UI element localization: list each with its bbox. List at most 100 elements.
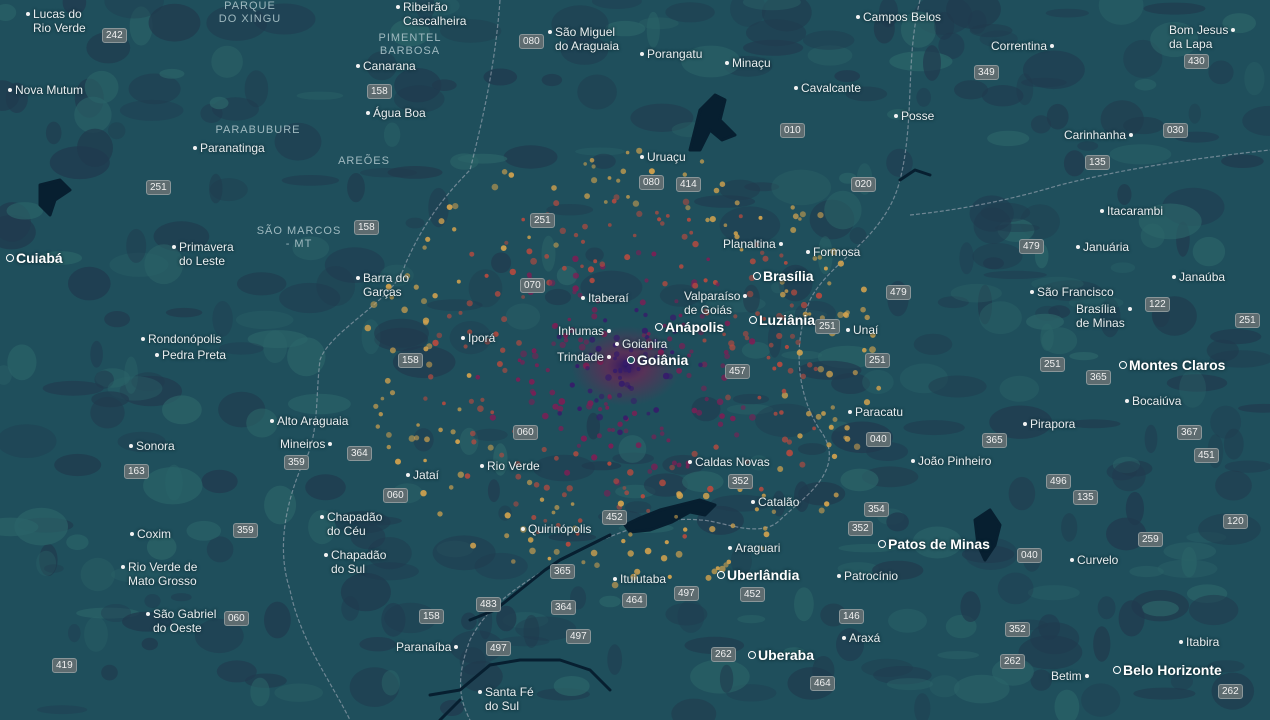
- city-label[interactable]: Jataí: [406, 468, 440, 482]
- heatmap-point: [446, 204, 453, 211]
- city-label[interactable]: Correntina: [991, 39, 1055, 53]
- city-label[interactable]: São Francisco: [1030, 285, 1114, 299]
- land-texture-patch: [374, 318, 429, 348]
- land-texture-patch: [237, 272, 287, 296]
- heatmap-point: [689, 349, 694, 354]
- highway-shield: 364: [551, 600, 576, 615]
- city-label[interactable]: Porangatu: [640, 47, 702, 61]
- city-label[interactable]: Sonora: [129, 439, 175, 453]
- heatmap-point: [729, 344, 736, 351]
- city-label[interactable]: Chapadão do Sul: [324, 548, 386, 576]
- city-label[interactable]: Rio Verde: [480, 459, 540, 473]
- city-label-line: Jataí: [413, 468, 440, 482]
- city-label[interactable]: Betim: [1051, 669, 1089, 683]
- city-label[interactable]: Santa Fé do Sul: [478, 685, 534, 713]
- city-label[interactable]: Barra do Garças: [356, 271, 409, 299]
- city-label[interactable]: Carinhanha: [1064, 128, 1134, 142]
- city-label-line: Montes Claros: [1129, 357, 1226, 373]
- land-texture-patch: [916, 87, 931, 107]
- city-label[interactable]: São Miguel do Araguaia: [548, 25, 619, 53]
- highway-shield: 251: [1040, 357, 1065, 372]
- city-label[interactable]: Valparaíso de Goiás: [684, 289, 748, 317]
- city-label[interactable]: Planaltina: [723, 237, 783, 251]
- city-label[interactable]: Canarana: [356, 59, 416, 73]
- heatmap-point: [432, 293, 438, 299]
- city-label[interactable]: Ribeirão Cascalheira: [396, 0, 466, 28]
- city-label[interactable]: Uruaçu: [640, 150, 686, 164]
- city-label[interactable]: Paracatu: [848, 405, 903, 419]
- heatmap-point: [749, 414, 756, 421]
- city-label[interactable]: Cuiabá: [6, 250, 63, 266]
- city-label[interactable]: Itabira: [1179, 635, 1219, 649]
- city-label[interactable]: Cavalcante: [794, 81, 861, 95]
- city-label[interactable]: João Pinheiro: [911, 454, 991, 468]
- city-label[interactable]: Catalão: [751, 495, 799, 509]
- city-label[interactable]: Rondonópolis: [141, 332, 221, 346]
- city-label[interactable]: Brasília: [753, 268, 814, 284]
- city-label-line: Lucas do: [33, 7, 82, 21]
- city-label[interactable]: Goianira: [615, 337, 667, 351]
- city-label[interactable]: Ituiutaba: [613, 572, 666, 586]
- land-texture-patch: [316, 266, 356, 306]
- land-texture-patch: [794, 587, 814, 622]
- heatmap-point: [675, 550, 683, 558]
- land-texture-patch: [532, 454, 595, 482]
- city-label[interactable]: Patrocínio: [837, 569, 898, 583]
- city-label[interactable]: Luziânia: [749, 312, 815, 328]
- city-label[interactable]: Posse: [894, 109, 934, 123]
- city-label[interactable]: Inhumas: [558, 324, 612, 338]
- city-label[interactable]: Montes Claros: [1119, 357, 1226, 373]
- city-label[interactable]: Belo Horizonte: [1113, 662, 1222, 678]
- city-label[interactable]: Januária: [1076, 240, 1129, 254]
- city-label-line: Coxim: [137, 527, 172, 541]
- land-texture-patch: [341, 596, 360, 621]
- city-label[interactable]: São Gabriel do Oeste: [146, 607, 216, 635]
- land-texture-patch: [84, 616, 108, 652]
- city-label[interactable]: Rio Verde de Mato Grosso: [121, 560, 197, 588]
- city-label[interactable]: Nova Mutum: [8, 83, 83, 97]
- city-label[interactable]: Lucas do Rio Verde: [26, 7, 86, 35]
- heatmap-point: [438, 427, 443, 433]
- city-label[interactable]: Água Boa: [366, 106, 426, 120]
- city-label[interactable]: Itacarambi: [1100, 204, 1163, 218]
- city-marker: [842, 636, 846, 640]
- city-label[interactable]: Uberlândia: [717, 567, 799, 583]
- city-label[interactable]: Chapadão do Céu: [320, 510, 382, 538]
- city-label[interactable]: Iporá: [461, 331, 495, 345]
- city-label[interactable]: Goiânia: [627, 352, 688, 368]
- heatmap-point: [500, 245, 507, 252]
- city-label[interactable]: Pedra Preta: [155, 348, 226, 362]
- city-label[interactable]: Formosa: [806, 245, 860, 259]
- city-label[interactable]: Itaberaí: [581, 291, 629, 305]
- city-label[interactable]: Araxá: [842, 631, 880, 645]
- city-label[interactable]: Curvelo: [1070, 553, 1118, 567]
- heatmap-point: [520, 350, 527, 358]
- city-label[interactable]: Trindade: [557, 350, 611, 364]
- city-label[interactable]: Anápolis: [655, 319, 724, 335]
- city-label[interactable]: Mineiros: [280, 437, 333, 451]
- city-label[interactable]: Bom Jesus da Lapa: [1169, 23, 1236, 51]
- city-label[interactable]: Paranaíba: [396, 640, 459, 654]
- city-label[interactable]: Coxim: [130, 527, 172, 541]
- city-label-line: Caldas Novas: [695, 455, 770, 469]
- city-label[interactable]: Brasília de Minas: [1076, 302, 1132, 330]
- heatmap-point: [508, 172, 515, 178]
- city-label[interactable]: Primavera do Leste: [172, 240, 234, 268]
- heatmap-point: [598, 393, 605, 400]
- city-label[interactable]: Campos Belos: [856, 10, 941, 24]
- city-label[interactable]: Quirinópolis: [521, 522, 591, 536]
- city-label[interactable]: Bocaiúva: [1125, 394, 1181, 408]
- city-label[interactable]: Alto Araguaia: [270, 414, 348, 428]
- city-label[interactable]: Minaçu: [725, 56, 771, 70]
- map-view[interactable]: PARQUE DO XINGU PIMENTEL BARBOSA PARABUBURE A…: [0, 0, 1270, 720]
- city-label[interactable]: Patos de Minas: [878, 536, 990, 552]
- city-label[interactable]: Unaí: [846, 323, 878, 337]
- city-label[interactable]: Janaúba: [1172, 270, 1225, 284]
- city-label[interactable]: Paranatinga: [193, 141, 265, 155]
- city-label[interactable]: Caldas Novas: [688, 455, 770, 469]
- city-marker: [1070, 558, 1074, 562]
- city-label[interactable]: Araguari: [728, 541, 780, 555]
- land-texture-patch: [101, 664, 118, 681]
- city-label[interactable]: Pirapora: [1023, 417, 1075, 431]
- city-label[interactable]: Uberaba: [748, 647, 814, 663]
